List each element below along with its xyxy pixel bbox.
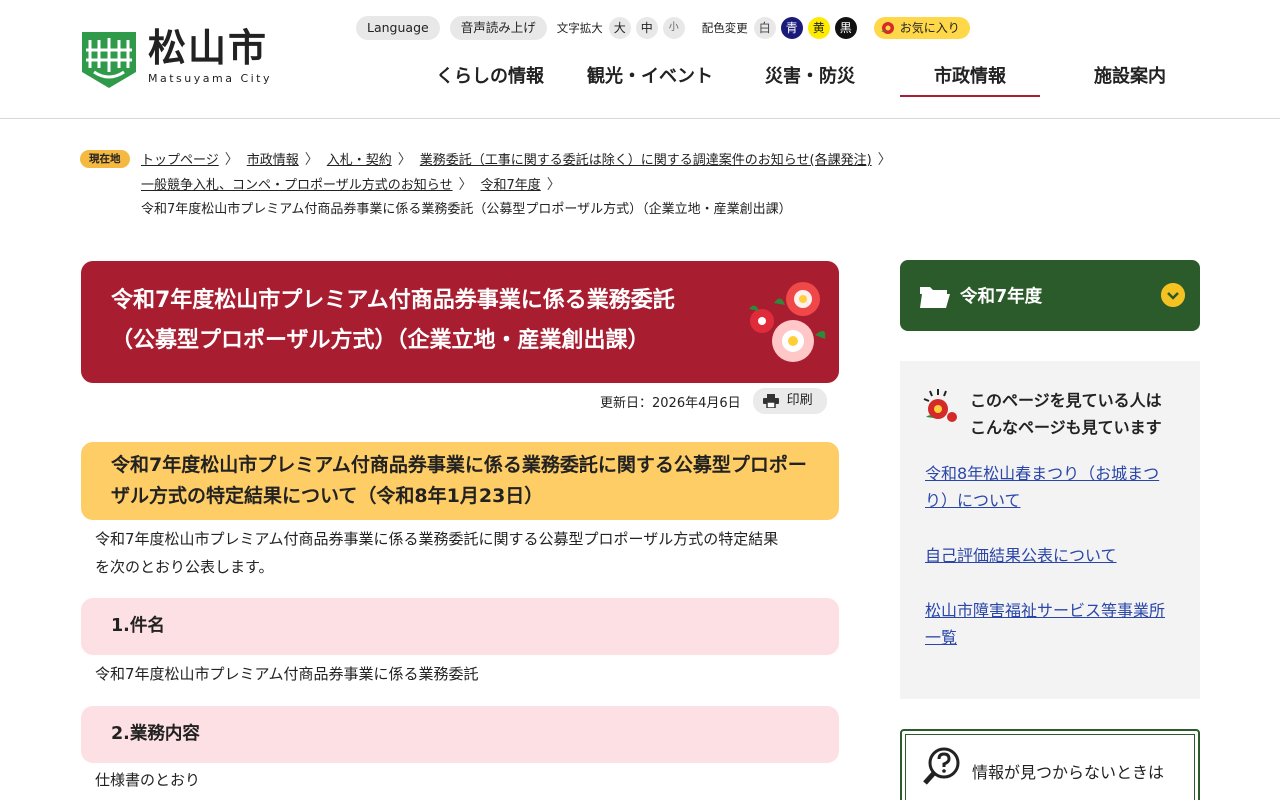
folder-icon [920,286,950,308]
nav-city-admin[interactable]: 市政情報 [890,62,1050,98]
color-black-button[interactable]: 黒 [834,17,857,39]
intro-paragraph: 令和7年度松山市プレミアム付商品券事業に係る業務委託に関する公募型プロポーザル方… [95,525,835,581]
section1-heading: 1.件名 [81,598,839,655]
favorite-button[interactable]: お気に入り [873,17,970,39]
breadcrumb-top[interactable]: トップページ [141,153,219,168]
color-yellow-button[interactable]: 黄 [807,17,830,39]
chevron-right-icon: 〉 [224,152,239,168]
chevron-right-icon: 〉 [546,177,561,193]
text-size-medium-button[interactable]: 中 [635,17,658,39]
page-title: 令和7年度松山市プレミアム付商品券事業に係る業務委託 （公募型プロポーザル方式）… [111,281,751,361]
text-size-large-button[interactable]: 大 [608,17,631,39]
favorite-icon [880,22,894,34]
breadcrumb-bidding[interactable]: 入札・契約 [327,153,392,168]
breadcrumb-general-bidding[interactable]: 一般競争入札、コンペ・プロポーザル方式のお知らせ [141,178,452,193]
recommend-link-line: り）について [925,491,1021,510]
breadcrumb-line: 令和7年度松山市プレミアム付商品券事業に係る業務委託（公募型プロポーザル方式）（… [141,198,1141,222]
matsuyama-logo-icon [82,32,136,88]
recommend-link-line: 一覧 [925,628,958,647]
sidebar-category-label: 令和7年度 [960,287,1043,307]
page-title-line1: 令和7年度松山市プレミアム付商品券事業に係る業務委託 [111,288,675,313]
printer-icon [762,394,779,408]
recommend-title: このページを見ている人は こんなページも見ています [970,387,1162,441]
site-logo[interactable]: 松山市 Matsuyama City [80,28,290,92]
text-size-small-button[interactable]: 小 [662,17,685,39]
breadcrumb-outsourcing[interactable]: 業務委託（工事に関する委託は除く）に関する調達案件のお知らせ(各課発注) [420,153,872,168]
favorite-label: お気に入り [899,21,960,35]
section-heading-h2: 令和7年度松山市プレミアム付商品券事業に係る業務委託に関する公募型プロポーザル方… [81,442,839,520]
page-title-box: 令和7年度松山市プレミアム付商品券事業に係る業務委託 （公募型プロポーザル方式）… [81,261,839,383]
info-not-found-label: 情報が見つからないときは [972,763,1165,782]
updated-date: 更新日：2026年4月6日 [600,395,741,411]
recommend-title-line1: このページを見ている人は [970,391,1162,410]
color-white-button[interactable]: 白 [753,17,776,39]
color-blue-button[interactable]: 青 [780,17,803,39]
chevron-right-icon: 〉 [458,177,473,193]
chevron-right-icon: 〉 [877,152,892,168]
section2-heading: 2.業務内容 [81,706,839,763]
recommend-panel: このページを見ている人は こんなページも見ています 令和8年松山春まつり（お城ま… [900,361,1200,699]
nav-facilities[interactable]: 施設案内 [1050,62,1210,98]
nav-living[interactable]: くらしの情報 [410,62,570,98]
utility-bar: Language 音声読み上げ 文字拡大 大 中 小 配色変更 白 青 黄 黒 … [356,16,970,40]
breadcrumb-line: トップページ〉市政情報〉入札・契約〉業務委託（工事に関する委託は除く）に関する調… [141,148,1141,173]
breadcrumb-current: 令和7年度松山市プレミアム付商品券事業に係る業務委託（公募型プロポーザル方式）（… [141,202,792,217]
breadcrumb-line: 一般競争入札、コンペ・プロポーザル方式のお知らせ〉令和7年度〉 [141,173,1141,198]
print-label: 印刷 [786,393,813,408]
global-nav: くらしの情報 観光・イベント 災害・防災 市政情報 施設案内 [410,62,1210,98]
section2-body: 仕様書のとおり [95,771,201,789]
recommend-link-self-evaluation[interactable]: 自己評価結果公表について [925,542,1180,569]
recommend-link-line: 自己評価結果公表について [925,546,1117,565]
recommend-icon [923,389,957,422]
intro-line1: 令和7年度松山市プレミアム付商品券事業に係る業務委託に関する公募型プロポーザル方… [95,530,779,548]
chevron-right-icon: 〉 [397,152,412,168]
chevron-down-icon [1161,283,1185,307]
nav-tourism[interactable]: 観光・イベント [570,62,730,98]
language-button[interactable]: Language [356,16,440,40]
text-size-label: 文字拡大 [556,21,603,35]
camellia-decoration-icon [749,282,826,362]
breadcrumb-lines: トップページ〉市政情報〉入札・契約〉業務委託（工事に関する委託は除く）に関する調… [141,148,1141,222]
nav-disaster[interactable]: 災害・防災 [730,62,890,98]
section1-body: 令和7年度松山市プレミアム付商品券事業に係る業務委託 [95,665,479,683]
site-header: 松山市 Matsuyama City Language 音声読み上げ 文字拡大 … [0,0,1280,119]
read-aloud-button[interactable]: 音声読み上げ [449,16,547,40]
recommend-link-line: 令和8年松山春まつり（お城まつ [925,464,1160,483]
recommend-header: このページを見ている人は こんなページも見ています [920,387,1162,441]
breadcrumb-fiscal-year[interactable]: 令和7年度 [480,178,540,193]
logo-name: 松山市 [148,26,269,70]
recommend-link-line: 松山市障害福祉サービス等事業所 [925,601,1166,620]
question-search-icon [923,747,960,785]
breadcrumb-city-admin[interactable]: 市政情報 [247,153,299,168]
logo-subtitle: Matsuyama City [148,72,273,85]
recommend-title-line2: こんなページも見ています [970,418,1162,437]
update-row: 更新日：2026年4月6日 印刷 [600,388,827,414]
sidebar-category-toggle[interactable]: 令和7年度 [900,260,1200,331]
page-title-line2: （公募型プロポーザル方式）（企業立地・産業創出課） [111,328,650,353]
info-not-found-button[interactable]: 情報が見つからないときは [900,729,1200,800]
current-location-badge: 現在地 [80,150,130,168]
intro-line2: を次のとおり公表します。 [95,558,274,576]
recommend-link-welfare-list[interactable]: 松山市障害福祉サービス等事業所 一覧 [925,597,1180,651]
recommend-link-spring-festival[interactable]: 令和8年松山春まつり（お城まつ り）について [925,460,1180,514]
color-change-label: 配色変更 [701,21,748,35]
print-button[interactable]: 印刷 [752,388,827,414]
chevron-right-icon: 〉 [304,152,319,168]
